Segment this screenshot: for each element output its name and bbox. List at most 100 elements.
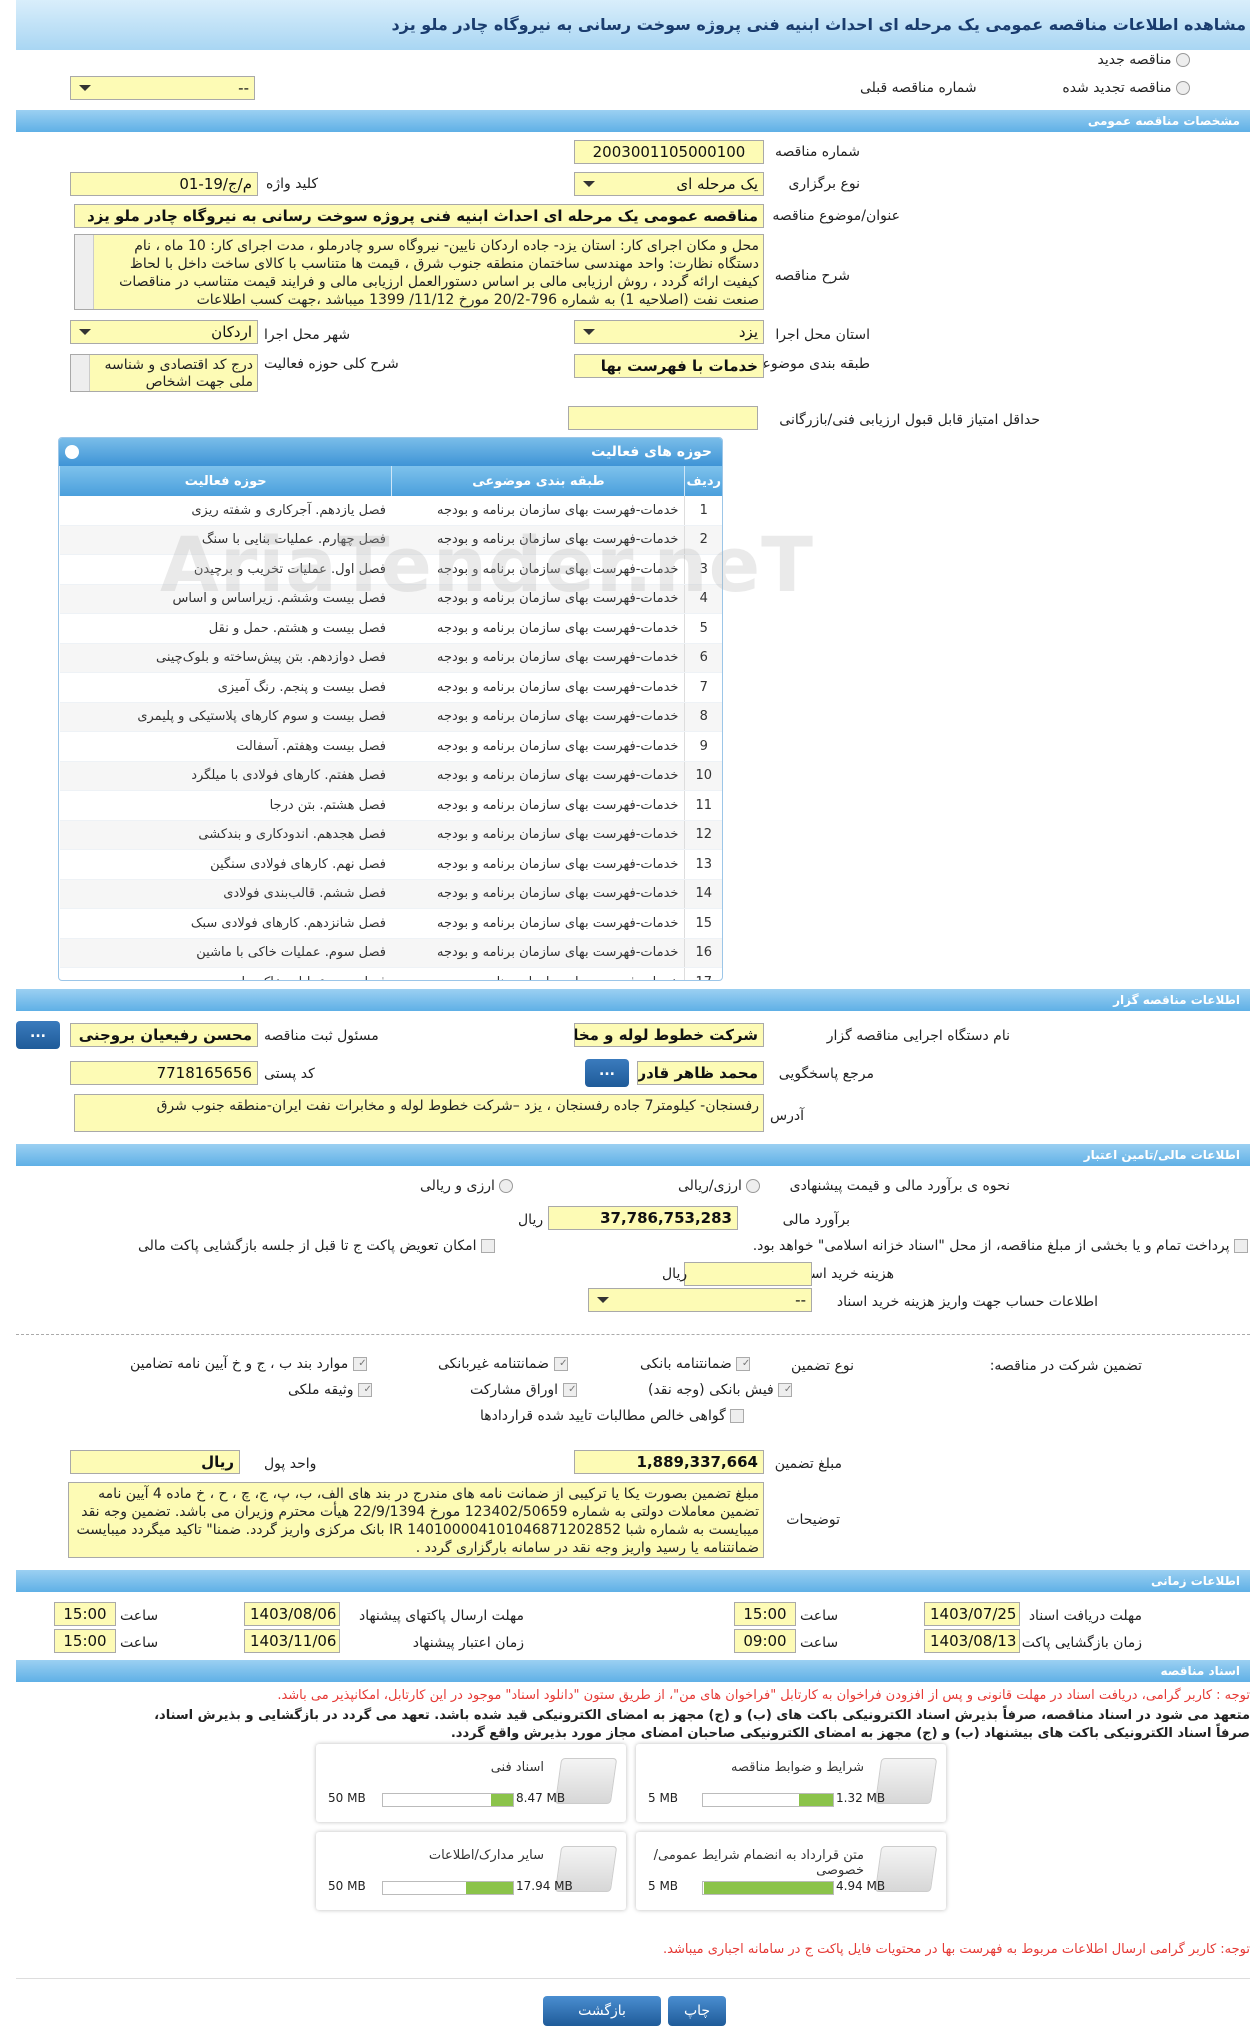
opt-bank-check[interactable]: فیش بانکی (وجه نقد) [648, 1382, 793, 1398]
row-number: 16 [684, 938, 722, 968]
opt-claims[interactable]: گواهی خالص مطالبات تایید شده قراردادها [480, 1408, 745, 1424]
table-row: 8 خدمات-فهرست بهای سازمان برنامه و بودجه ف… [59, 702, 722, 732]
activity-textarea[interactable]: درج کد اقتصادی و شناسه ملی جهت اشخاص [70, 354, 258, 392]
opt-bonds[interactable]: اوراق مشارکت [470, 1382, 577, 1398]
account-select[interactable]: -- [588, 1288, 812, 1312]
doc-card[interactable]: متن قرارداد به انضمام شرایط عمومی/خصوصی 4… [636, 1832, 946, 1910]
description-textarea[interactable]: محل و مکان اجرای کار: استان یزد- جاده ار… [74, 234, 764, 310]
opt-bank-check-checkbox[interactable] [778, 1383, 793, 1397]
row-category: خدمات-فهرست بهای سازمان برنامه و بودجه [391, 849, 685, 880]
currency-unit-label: واحد پول [264, 1456, 317, 1472]
row-category: خدمات-فهرست بهای سازمان برنامه و بودجه [391, 613, 685, 644]
radio-renewed-label: مناقصه تجدید شده [1062, 80, 1172, 96]
radio-new-tender[interactable]: مناقصه جدید [1098, 52, 1190, 68]
page-title: مشاهده اطلاعات مناقصه عمومی یک مرحله ای … [16, 0, 1250, 50]
guarantee-desc-label: توضیحات [786, 1512, 840, 1528]
swap-checkbox-row[interactable]: امکان تعویض پاکت ج تا قبل از جلسه بازگشا… [138, 1238, 495, 1254]
radio-renewed-tender[interactable]: مناقصه تجدید شده [1062, 80, 1190, 96]
row-activity: فصل هفتم. کارهای فولادی با میلگرد [59, 761, 392, 791]
opt-nonbank-guarantee[interactable]: ضمانتنامه غیربانکی [438, 1356, 568, 1372]
col-row: ردیف [684, 466, 722, 496]
opt-property-checkbox[interactable] [357, 1383, 372, 1397]
back-button[interactable]: بازگشت [543, 1996, 661, 2026]
radio-currency-rial[interactable]: ارزی/ریالی [678, 1178, 761, 1194]
radio-currency-and-rial-icon[interactable] [499, 1179, 514, 1193]
send-label: مهلت ارسال پاکتهای پیشنهاد [358, 1608, 524, 1624]
min-score-field[interactable] [568, 406, 758, 430]
radio-currency-and-rial[interactable]: ارزی و ریالی [420, 1178, 514, 1194]
opt-items-guarantee[interactable]: موارد بند ب ، ج و خ آیین نامه تضامین [130, 1356, 367, 1372]
table-row: 6 خدمات-فهرست بهای سازمان برنامه و بودجه ف… [59, 643, 722, 673]
opt-bank-check-label: فیش بانکی (وجه نقد) [648, 1382, 774, 1398]
city-select[interactable]: اردکان [70, 320, 258, 344]
swap-text: امکان تعویض پاکت ج تا قبل از جلسه بازگشا… [138, 1238, 477, 1254]
table-row: 5 خدمات-فهرست بهای سازمان برنامه و بودجه ف… [59, 613, 722, 644]
table-row: 15 خدمات-فهرست بهای سازمان برنامه و بودجه… [59, 908, 722, 939]
postal-label: کد پستی [264, 1066, 315, 1082]
doc-card[interactable]: اسناد فنی 8.47 MB 50 MB [316, 1744, 626, 1822]
row-number: 9 [684, 731, 722, 762]
section-timing-header: اطلاعات زمانی [16, 1570, 1250, 1592]
table-row: 9 خدمات-فهرست بهای سازمان برنامه و بودجه ف… [59, 731, 722, 762]
treasury-checkbox[interactable] [1234, 1239, 1248, 1253]
radio-currency-rial-label: ارزی/ریالی [678, 1178, 742, 1194]
registrar-field: محسن رفیعیان بروجنی [70, 1023, 258, 1047]
collapse-icon[interactable] [65, 445, 79, 459]
activity-scrollbar[interactable] [71, 355, 90, 391]
registrar-lookup-button[interactable]: ... [16, 1021, 60, 1049]
opt-property[interactable]: وثیقه ملکی [288, 1382, 372, 1398]
opt-nonbank-guarantee-checkbox[interactable] [553, 1357, 568, 1371]
address-label: آدرس [770, 1108, 804, 1124]
radio-new-icon[interactable] [1176, 53, 1190, 67]
activity-text: درج کد اقتصادی و شناسه ملی جهت اشخاص [104, 357, 253, 390]
radio-renewed-icon[interactable] [1176, 81, 1190, 95]
table-row: 14 خدمات-فهرست بهای سازمان برنامه و بودجه… [59, 879, 722, 909]
description-label: شرح مناقصه [774, 268, 850, 284]
row-activity: فصل بیست و هشتم. حمل و نقل [59, 613, 392, 644]
swap-checkbox[interactable] [480, 1239, 495, 1253]
col-activity: حوزه فعالیت [59, 466, 392, 496]
treasury-checkbox-row[interactable]: پرداخت تمام و یا بخشی از مبلغ مناقصه، از… [753, 1238, 1248, 1254]
row-number: 6 [684, 643, 722, 673]
docs-notice-commit: متعهد می شود در اسناد مناقصه، صرفاً بذیر… [154, 1708, 1250, 1723]
prev-number-select[interactable]: -- [70, 76, 255, 100]
category-field: خدمات با فهرست بها [574, 354, 764, 378]
prev-number-label: شماره مناقصه قبلی [860, 80, 977, 96]
recv-time: 15:00 [734, 1602, 796, 1626]
doc-card[interactable]: سایر مدارک/اطلاعات 17.94 MB 50 MB [316, 1832, 626, 1910]
doc-card[interactable]: شرایط و ضوابط مناقصه 1.32 MB 5 MB [636, 1744, 946, 1822]
description-scrollbar[interactable] [75, 235, 94, 309]
open-date: 1403/08/13 [924, 1629, 1020, 1653]
row-activity: فصل بیست و سوم کارهای پلاستیکی و پلیمری [59, 702, 392, 732]
guarantee-title: تضمین شرکت در مناقصه: [989, 1358, 1142, 1374]
doc-card-title: شرایط و ضوابط مناقصه [731, 1760, 864, 1775]
row-activity: فصل بیست وهفتم. آسفالت [59, 731, 392, 762]
row-category: خدمات-فهرست بهای سازمان برنامه و بودجه [391, 643, 685, 673]
docs-notice-pricelist: توجه: کاربر گرامی ارسال اطلاعات مربوط به… [663, 1942, 1250, 1957]
recv-hour-label: ساعت [800, 1608, 839, 1624]
tender-number-field: 2003001105000100 [574, 140, 764, 164]
doc-card-title: سایر مدارک/اطلاعات [428, 1848, 544, 1863]
activities-grid-title: حوزه های فعالیت [591, 444, 712, 460]
description-text: محل و مکان اجرای کار: استان یزد- جاده ار… [119, 238, 759, 308]
table-row: 12 خدمات-فهرست بهای سازمان برنامه و بودجه… [59, 820, 722, 850]
doc-card-progress [382, 1881, 514, 1895]
section-docs-header: اسناد مناقصه [16, 1660, 1250, 1682]
tender-type-select[interactable]: یک مرحله ای [574, 172, 764, 196]
opt-bank-guarantee-checkbox[interactable] [736, 1357, 751, 1371]
opt-items-guarantee-checkbox[interactable] [352, 1357, 367, 1371]
table-row: 10 خدمات-فهرست بهای سازمان برنامه و بودجه… [59, 761, 722, 791]
row-category: خدمات-فهرست بهای سازمان برنامه و بودجه [391, 879, 685, 909]
row-activity: فصل بیست و پنجم. رنگ آمیزی [59, 672, 392, 703]
opt-bank-guarantee[interactable]: ضمانتنامه بانکی [640, 1356, 751, 1372]
recv-label: مهلت دریافت اسناد [1028, 1608, 1142, 1624]
opt-nonbank-guarantee-label: ضمانتنامه غیربانکی [438, 1356, 550, 1372]
row-number: 5 [684, 613, 722, 644]
opt-bonds-checkbox[interactable] [562, 1383, 577, 1397]
org-field: شرکت خطوط لوله و مخابرات نفت ایران [574, 1023, 764, 1047]
province-select[interactable]: یزد [574, 320, 764, 344]
reference-lookup-button[interactable]: ... [585, 1059, 629, 1087]
radio-currency-rial-icon[interactable] [746, 1179, 761, 1193]
print-button[interactable]: چاپ [668, 1996, 726, 2026]
opt-claims-checkbox[interactable] [730, 1409, 745, 1423]
